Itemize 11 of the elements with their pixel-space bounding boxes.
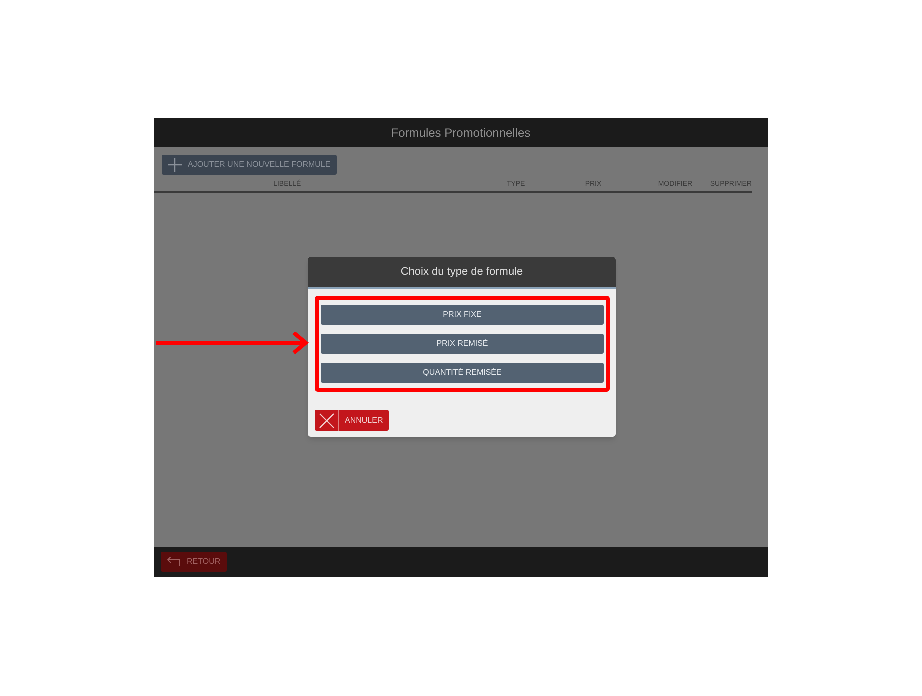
formula-type-button[interactable]: PRIX REMISÉ [321, 334, 604, 354]
window-title: Formules Promotionnelles [391, 124, 531, 142]
back-button[interactable]: RETOUR [161, 552, 227, 572]
formula-type-button[interactable]: PRIX FIXE [321, 305, 604, 325]
return-arrow-icon [167, 557, 181, 567]
dialog-title: Choix du type de formule [400, 264, 524, 280]
formula-type-button[interactable]: QUANTITÉ REMISÉE [321, 363, 604, 383]
plus-icon [168, 158, 182, 172]
add-formula-button[interactable]: AJOUTER UNE NOUVELLE FORMULE [162, 154, 337, 174]
close-icon [318, 412, 334, 428]
cancel-button[interactable]: ANNULER [315, 410, 390, 431]
